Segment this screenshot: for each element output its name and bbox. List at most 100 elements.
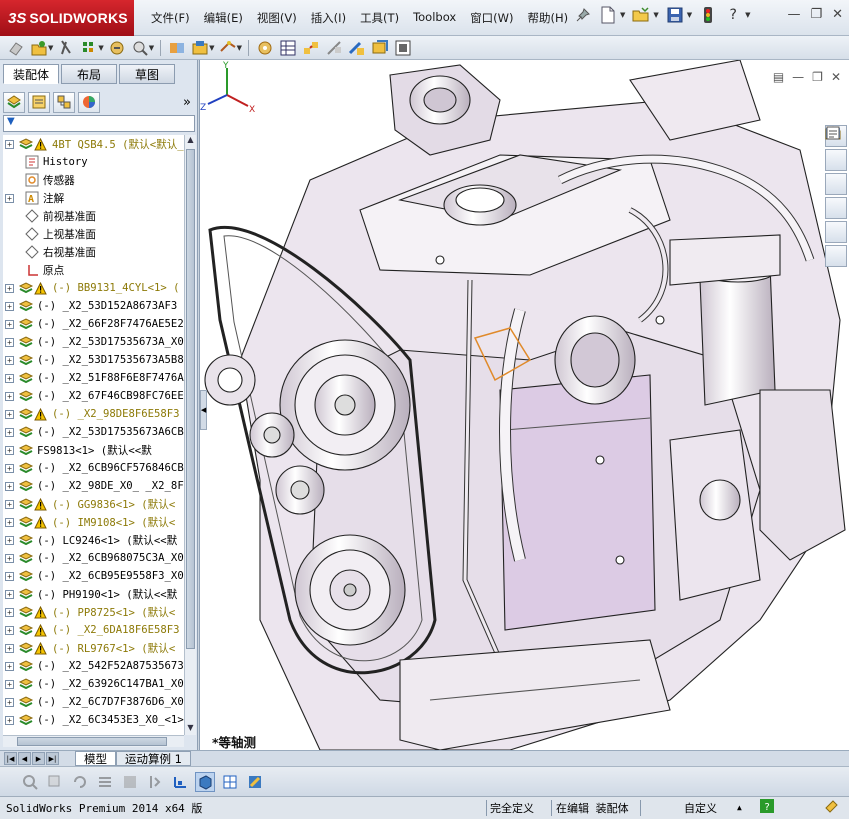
mate-icon[interactable] xyxy=(56,38,76,58)
more-tabs-icon[interactable]: » xyxy=(183,95,191,110)
hscroll-thumb[interactable] xyxy=(17,737,167,746)
viewport-split-icon[interactable]: ▤ xyxy=(773,70,784,84)
viewport-minimize-icon[interactable]: — xyxy=(792,70,804,84)
viewport-close-icon[interactable]: ✕ xyxy=(831,70,841,84)
tree-item-component[interactable]: + (-) _X2_53D152A8673AF3 xyxy=(3,297,184,315)
tree-item-fixed[interactable]: 前视基准面 xyxy=(3,207,184,225)
expand-toggle-icon[interactable]: + xyxy=(5,319,14,329)
expand-toggle-icon[interactable]: + xyxy=(5,661,14,671)
collapse-panel-handle[interactable]: ◀ xyxy=(200,390,207,430)
tree-vertical-scrollbar[interactable]: ▲ ▼ xyxy=(184,135,196,735)
expand-toggle-icon[interactable]: + xyxy=(5,355,14,365)
tree-item-component[interactable]: + (-) _X2_98DE_X0_ _X2_8F xyxy=(3,477,184,495)
instant3d-icon[interactable] xyxy=(370,38,390,58)
rebuild-traffic-light-icon[interactable] xyxy=(699,6,717,24)
show-hidden-icon[interactable] xyxy=(167,38,187,58)
expand-toggle-icon[interactable]: + xyxy=(5,283,14,293)
tree-horizontal-scrollbar[interactable] xyxy=(3,735,184,747)
tree-item-component[interactable]: + (-) _X2_63926C147BA1_X0 xyxy=(3,675,184,693)
tree-item-component[interactable]: + (-) _X2_53D17535673A_X0 xyxy=(3,333,184,351)
tab-layout[interactable]: 布局 xyxy=(61,64,117,84)
close-icon[interactable]: ✕ xyxy=(832,7,843,22)
tree-item-component[interactable]: + (-) IM9108<1> (默认< xyxy=(3,513,184,531)
tree-item-fixed[interactable]: + A 注解 xyxy=(3,189,184,207)
help-dropdown-icon[interactable]: ▼ xyxy=(745,11,750,19)
feature-manager-icon[interactable] xyxy=(3,91,25,113)
tree-item-fixed[interactable]: 右视基准面 xyxy=(3,243,184,261)
expand-toggle-icon[interactable]: + xyxy=(5,607,14,617)
expand-toggle-icon[interactable]: + xyxy=(5,553,14,563)
expand-toggle-icon[interactable]: + xyxy=(5,571,14,581)
save-icon[interactable] xyxy=(666,6,684,24)
tree-item-component[interactable]: + (-) GG9836<1> (默认< xyxy=(3,495,184,513)
expand-toggle-icon[interactable]: + xyxy=(5,445,14,455)
tree-item-component[interactable]: + (-) _X2_6C3453E3_X0_<1> xyxy=(3,711,184,729)
zoom-to-fit-icon[interactable] xyxy=(20,772,40,792)
tree-item-component[interactable]: + (-) _X2_66F28F7476AE5E2 xyxy=(3,315,184,333)
minimize-icon[interactable]: — xyxy=(787,7,800,22)
large-assembly-icon[interactable] xyxy=(393,38,413,58)
solidworks-logo[interactable]: 3S SOLIDWORKS xyxy=(0,0,134,36)
expand-toggle-icon[interactable]: + xyxy=(5,499,14,509)
tree-item-fixed[interactable]: History xyxy=(3,153,184,171)
apply-scene-icon[interactable] xyxy=(245,772,265,792)
shaded-view-icon[interactable] xyxy=(195,771,215,792)
tree-item-component[interactable]: + (-) _X2_67F46CB98FC76EE xyxy=(3,387,184,405)
menu-help[interactable]: 帮助(H) xyxy=(521,8,576,28)
appearances-icon[interactable] xyxy=(825,127,847,243)
rotate-view-icon[interactable] xyxy=(70,772,90,792)
tree-item-component[interactable]: + (-) _X2_6CB96CF576846CB xyxy=(3,459,184,477)
menu-file[interactable]: 文件(F) xyxy=(144,8,197,28)
restore-icon[interactable]: ❐ xyxy=(810,7,822,22)
configuration-manager-icon[interactable] xyxy=(53,91,75,113)
tree-filter-input[interactable]: ▼ xyxy=(3,115,195,132)
edit-component-icon[interactable] xyxy=(6,38,26,58)
expand-toggle-icon[interactable]: + xyxy=(5,517,14,527)
tree-item-component[interactable]: + (-) _X2_6CB968075C3A_X0 xyxy=(3,549,184,567)
expand-toggle-icon[interactable]: + xyxy=(5,643,14,653)
tree-item-component[interactable]: + (-) _X2_542F52A87535673 xyxy=(3,657,184,675)
tree-item-fixed[interactable]: 传感器 xyxy=(3,171,184,189)
tree-item-component[interactable]: + FS9813<1> (默认<<默 xyxy=(3,441,184,459)
tree-root-assembly[interactable]: +4BT QSB4.5 (默认<默认_显 xyxy=(3,135,184,153)
unit-system[interactable]: 自定义 xyxy=(684,800,717,816)
insert-component-icon[interactable] xyxy=(29,38,49,58)
assembly-features-icon[interactable] xyxy=(190,38,210,58)
zoom-area-icon[interactable] xyxy=(45,772,65,792)
tree-item-component[interactable]: + (-) _X2_53D17535673A6CB xyxy=(3,423,184,441)
tree-item-component[interactable]: + (-) _X2_6DA18F6E58F3 xyxy=(3,621,184,639)
move-component-icon[interactable] xyxy=(130,38,150,58)
design-library-icon[interactable] xyxy=(825,127,847,171)
exploded-view-icon[interactable] xyxy=(301,38,321,58)
smart-fasteners-icon[interactable] xyxy=(107,38,127,58)
display-manager-icon[interactable] xyxy=(78,91,100,113)
expand-toggle-icon[interactable]: + xyxy=(5,535,14,545)
menu-view[interactable]: 视图(V) xyxy=(250,8,304,28)
menu-tools[interactable]: 工具(T) xyxy=(353,8,406,28)
expand-toggle-icon[interactable]: + xyxy=(5,391,14,401)
custom-properties-icon[interactable] xyxy=(825,126,847,267)
menu-edit[interactable]: 编辑(E) xyxy=(197,8,250,28)
new-dropdown-icon[interactable]: ▼ xyxy=(620,11,625,19)
unit-dropdown-icon[interactable]: ▲ xyxy=(737,803,742,812)
tree-item-component[interactable]: + (-) BB9131_4CYL<1> ( xyxy=(3,279,184,297)
rebuild-status-icon[interactable] xyxy=(823,798,839,817)
scroll-thumb[interactable] xyxy=(186,149,195,649)
tab-model[interactable]: 模型 xyxy=(75,751,116,766)
expand-toggle-icon[interactable]: + xyxy=(5,589,14,599)
new-motion-study-icon[interactable] xyxy=(255,38,275,58)
view-setting-icon[interactable] xyxy=(170,772,190,792)
expand-toggle-icon[interactable]: + xyxy=(5,139,14,149)
graphics-area[interactable]: ◀ ▤ — ❐ ✕ Y X Z *等轴测 xyxy=(199,60,849,750)
features-dropdown-icon[interactable]: ▼ xyxy=(209,44,214,52)
tree-item-component[interactable]: + (-) PP8725<1> (默认< xyxy=(3,603,184,621)
view-orientation-icon[interactable] xyxy=(220,772,240,792)
hide-show-icon[interactable] xyxy=(145,772,165,792)
tree-item-component[interactable]: + (-) LC9246<1> (默认<<默 xyxy=(3,531,184,549)
property-manager-icon[interactable] xyxy=(28,91,50,113)
expand-toggle-icon[interactable]: + xyxy=(5,715,14,725)
menu-toolbox[interactable]: Toolbox xyxy=(406,8,463,28)
tree-item-component[interactable]: + (-) RL9767<1> (默认< xyxy=(3,639,184,657)
tree-item-component[interactable]: + (-) _X2_51F88F6E8F7476A xyxy=(3,369,184,387)
last-tab-icon[interactable]: ▶| xyxy=(46,752,59,765)
